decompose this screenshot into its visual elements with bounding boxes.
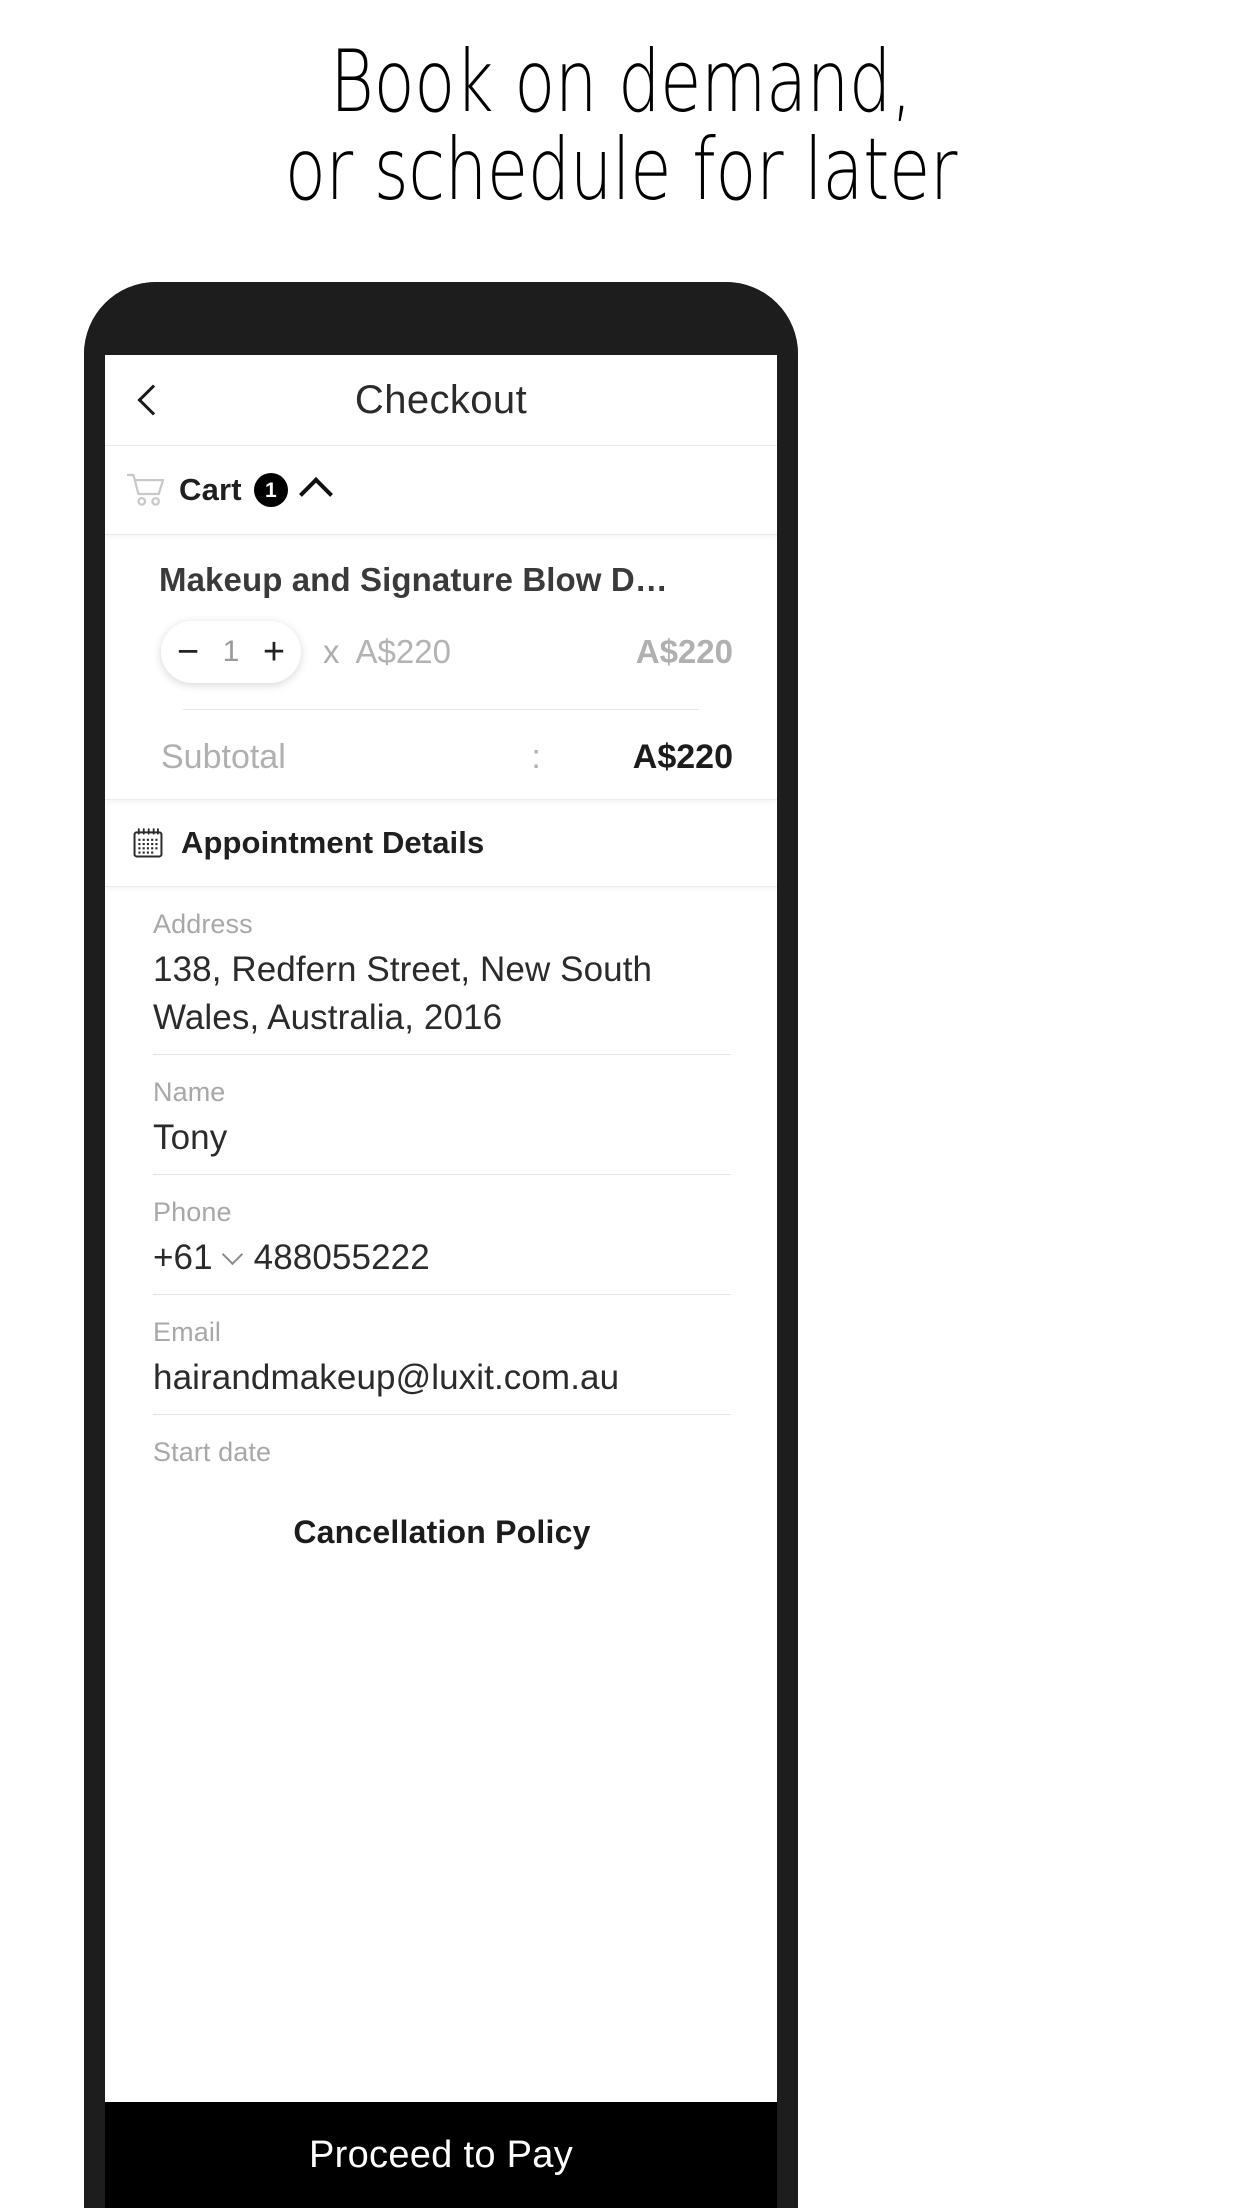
appointment-details-label: Appointment Details — [181, 825, 485, 860]
promo-headline: Book on demand, or schedule for later — [137, 38, 1106, 214]
phone-number-value: 488055222 — [253, 1238, 430, 1277]
chevron-left-icon — [137, 384, 169, 416]
address-value: 138, Redfern Street, New South Wales, Au… — [153, 950, 653, 1037]
phone-label: Phone — [153, 1197, 232, 1227]
phone-screen: Checkout Cart 1 Makeup and Signature Blo… — [105, 355, 777, 2208]
back-button[interactable] — [121, 355, 185, 445]
phone-device-frame: Checkout Cart 1 Makeup and Signature Blo… — [84, 282, 798, 2208]
cart-item-row: − 1 + x A$220 A$220 — [105, 599, 777, 683]
email-label: Email — [153, 1317, 222, 1347]
increment-button[interactable]: + — [253, 624, 295, 680]
line-total-price: A$220 — [635, 633, 733, 670]
address-label: Address — [153, 909, 253, 939]
phone-country-code[interactable]: +61 — [153, 1234, 213, 1282]
field-address[interactable]: Address 138, Redfern Street, New South W… — [153, 887, 731, 1055]
multiply-symbol: x — [323, 633, 340, 670]
unit-price: A$220 — [355, 633, 451, 670]
name-value: Tony — [153, 1118, 228, 1157]
page-title: Checkout — [354, 377, 528, 422]
promo-headline-line-1: Book on demand, — [330, 32, 912, 132]
field-phone[interactable]: Phone +61 488055222 — [153, 1175, 731, 1295]
cart-section-header[interactable]: Cart 1 — [105, 446, 777, 535]
cart-count-badge: 1 — [253, 473, 288, 507]
name-label: Name — [153, 1077, 226, 1107]
appointment-details-header[interactable]: Appointment Details — [105, 800, 777, 887]
field-email[interactable]: Email hairandmakeup@luxit.com.au — [153, 1295, 731, 1415]
subtotal-separator: : — [531, 738, 541, 776]
proceed-to-pay-button[interactable]: Proceed to Pay — [105, 2102, 777, 2208]
cart-label: Cart — [179, 472, 242, 507]
quantity-stepper[interactable]: − 1 + — [161, 621, 301, 683]
appointment-form: Address 138, Redfern Street, New South W… — [105, 887, 777, 2102]
email-value: hairandmakeup@luxit.com.au — [153, 1358, 620, 1397]
calendar-icon — [133, 828, 163, 858]
phone-value-row: +61 488055222 — [153, 1234, 731, 1282]
promo-headline-line-2: or schedule for later — [284, 120, 958, 220]
subtotal-value: A$220 — [632, 738, 733, 776]
cart-section-body: Makeup and Signature Blow D… − 1 + x A$2… — [105, 535, 777, 800]
app-bar: Checkout — [105, 355, 777, 446]
subtotal-row: Subtotal : A$220 — [105, 710, 777, 777]
chevron-down-icon[interactable] — [221, 1243, 243, 1265]
cart-item-title: Makeup and Signature Blow D… — [159, 561, 668, 598]
start-date-label: Start date — [153, 1437, 272, 1467]
decrement-button[interactable]: − — [167, 624, 209, 680]
field-name[interactable]: Name Tony — [153, 1055, 731, 1175]
subtotal-label: Subtotal — [161, 738, 286, 776]
quantity-value: 1 — [222, 635, 240, 668]
shopping-cart-icon — [127, 473, 165, 506]
cancellation-policy-link[interactable]: Cancellation Policy — [153, 1480, 731, 1551]
field-start-date[interactable]: Start date — [153, 1415, 731, 1480]
chevron-up-icon[interactable] — [298, 476, 333, 511]
